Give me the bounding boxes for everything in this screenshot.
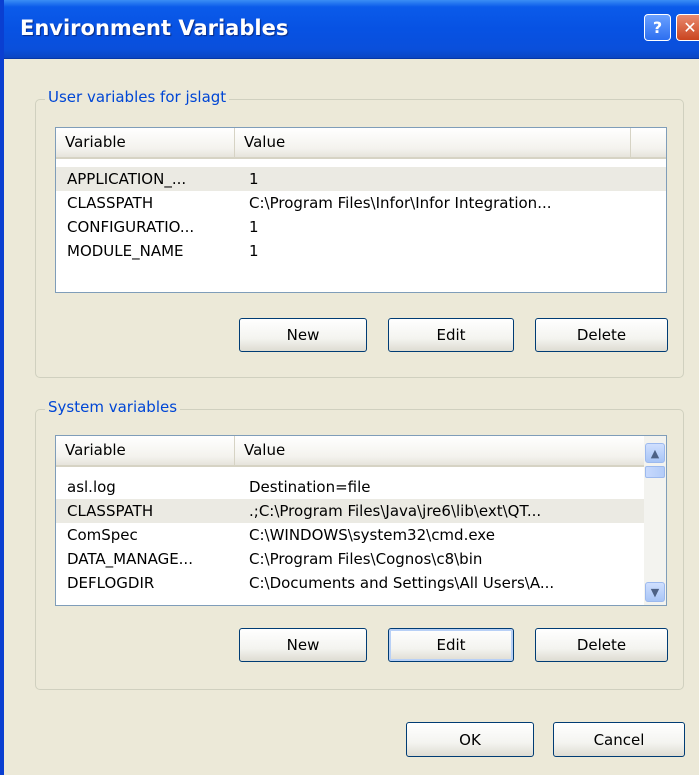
environment-variables-dialog: Environment Variables ? ✕ User variables… — [0, 0, 699, 775]
system-new-button[interactable]: New — [239, 628, 367, 662]
table-row[interactable]: CLASSPATH .;C:\Program Files\Java\jre6\l… — [56, 499, 644, 523]
table-row[interactable]: ComSpec C:\WINDOWS\system32\cmd.exe — [56, 523, 644, 547]
table-row[interactable]: CLASSPATH C:\Program Files\Infor\Infor I… — [56, 191, 666, 215]
system-variables-list[interactable]: Variable Value asl.log Destination=file … — [55, 435, 667, 606]
ok-button[interactable]: OK — [406, 722, 534, 757]
close-icon: ✕ — [683, 18, 697, 37]
value-cell: 1 — [249, 170, 259, 188]
system-list-header: Variable Value — [56, 436, 644, 467]
user-edit-button[interactable]: Edit — [388, 318, 514, 352]
variable-cell: CONFIGURATIO... — [67, 218, 195, 236]
cancel-button[interactable]: Cancel — [553, 722, 685, 757]
value-cell: Destination=file — [249, 478, 371, 496]
value-cell: C:\WINDOWS\system32\cmd.exe — [249, 526, 495, 544]
variable-cell: MODULE_NAME — [67, 242, 184, 260]
value-cell: C:\Documents and Settings\All Users\A... — [249, 574, 555, 592]
value-cell: .;C:\Program Files\Java\jre6\lib\ext\QT.… — [249, 502, 542, 520]
scroll-down-arrow-icon[interactable]: ▼ — [645, 582, 665, 602]
close-button[interactable]: ✕ — [676, 14, 699, 41]
value-cell: C:\Program Files\Infor\Infor Integration… — [249, 194, 552, 212]
user-list-header: Variable Value — [56, 128, 666, 159]
variable-cell: DEFLOGDIR — [67, 574, 155, 592]
scroll-thumb[interactable] — [645, 466, 665, 478]
variable-cell: ComSpec — [67, 526, 138, 544]
system-delete-button[interactable]: Delete — [535, 628, 668, 662]
system-edit-button[interactable]: Edit — [388, 628, 514, 662]
table-row[interactable]: DATA_MANAGE... C:\Program Files\Cognos\c… — [56, 547, 644, 571]
system-variables-label: System variables — [45, 398, 181, 416]
value-cell: 1 — [249, 218, 259, 236]
column-header-value[interactable]: Value — [235, 128, 631, 157]
column-header-value[interactable]: Value — [235, 436, 644, 465]
variable-cell: CLASSPATH — [67, 502, 154, 520]
table-row[interactable]: DEFLOGDIR C:\Documents and Settings\All … — [56, 571, 644, 595]
user-delete-button[interactable]: Delete — [535, 318, 668, 352]
user-variables-list[interactable]: Variable Value APPLICATION_... 1 CLASSPA… — [55, 127, 667, 293]
column-header-variable[interactable]: Variable — [56, 128, 235, 157]
value-cell: 1 — [249, 242, 259, 260]
table-row[interactable]: APPLICATION_... 1 — [56, 167, 666, 191]
title-bar[interactable]: Environment Variables ? ✕ — [4, 0, 699, 59]
variable-cell: APPLICATION_... — [67, 170, 187, 188]
user-variables-label: User variables for jslagt — [45, 88, 230, 106]
scroll-up-arrow-icon[interactable]: ▲ — [645, 443, 665, 463]
value-cell: C:\Program Files\Cognos\c8\bin — [249, 550, 483, 568]
user-new-button[interactable]: New — [239, 318, 367, 352]
variable-cell: CLASSPATH — [67, 194, 154, 212]
vertical-scrollbar[interactable]: ▲ ▼ — [644, 436, 666, 605]
table-row[interactable]: CONFIGURATIO... 1 — [56, 215, 666, 239]
variable-cell: DATA_MANAGE... — [67, 550, 193, 568]
variable-cell: asl.log — [67, 478, 116, 496]
column-header-variable[interactable]: Variable — [56, 436, 235, 465]
window-title: Environment Variables — [20, 16, 289, 40]
help-button[interactable]: ? — [644, 14, 671, 41]
help-icon: ? — [652, 18, 663, 37]
table-row[interactable]: MODULE_NAME 1 — [56, 239, 666, 263]
table-row[interactable]: asl.log Destination=file — [56, 475, 644, 499]
